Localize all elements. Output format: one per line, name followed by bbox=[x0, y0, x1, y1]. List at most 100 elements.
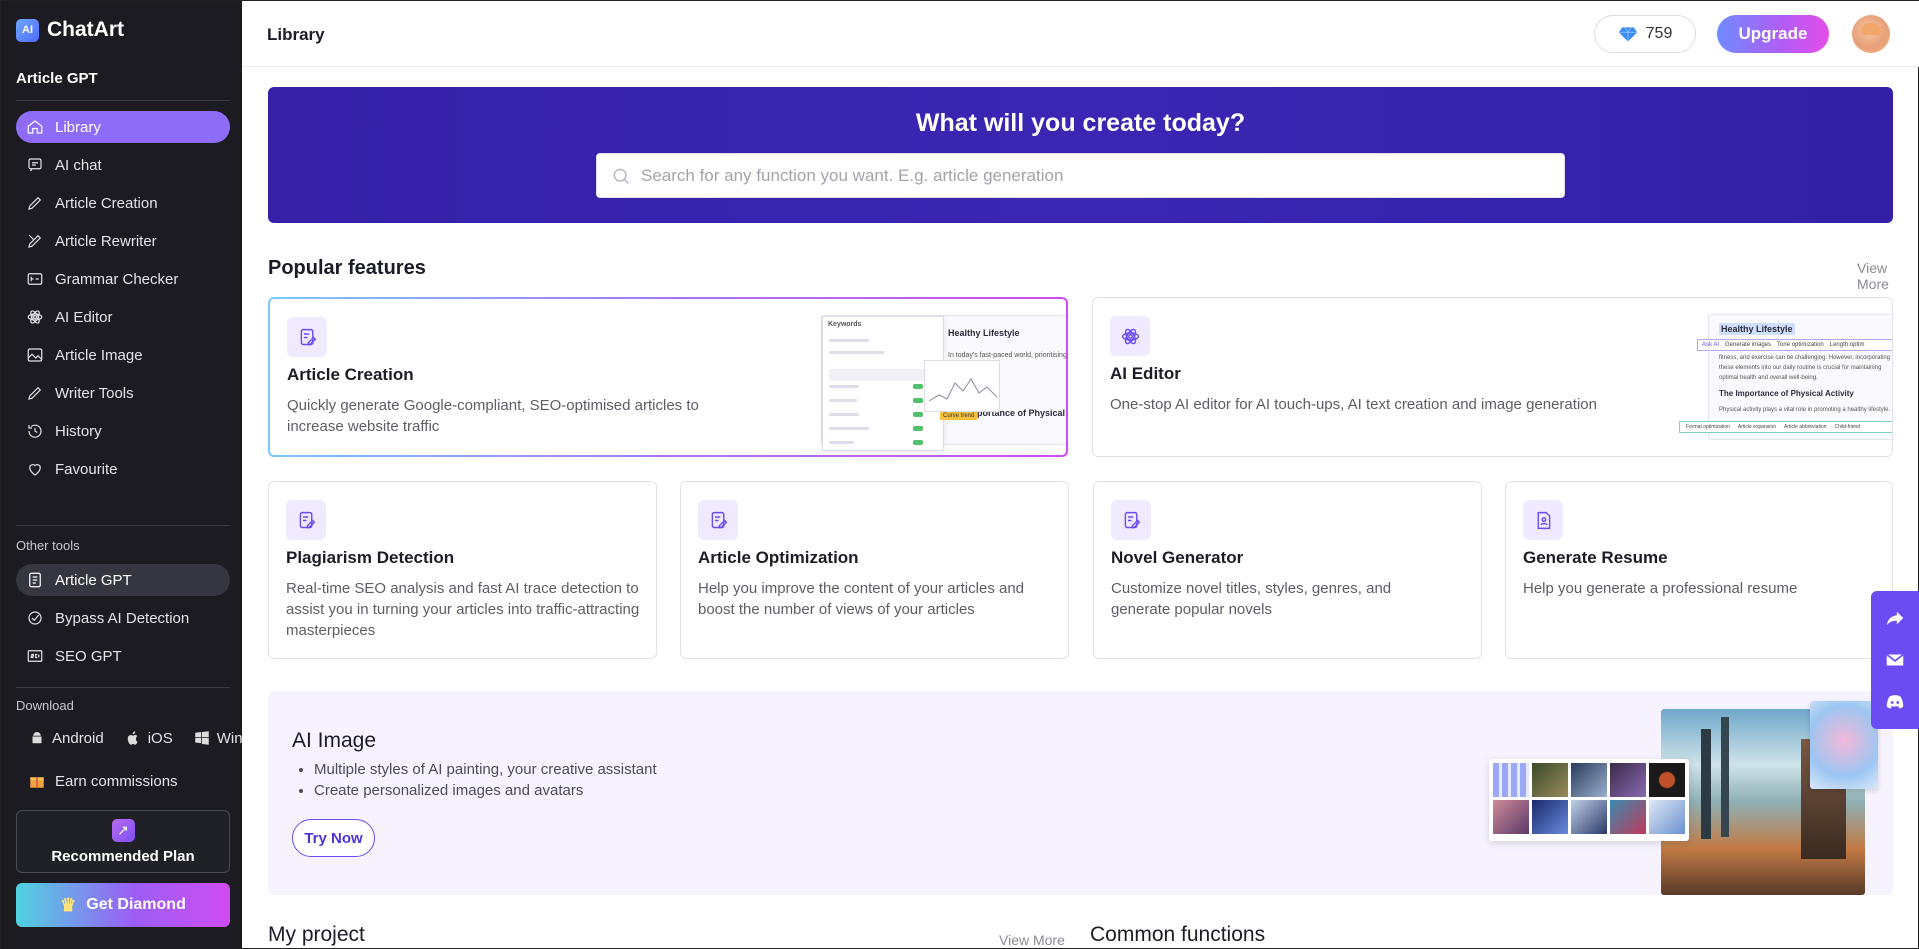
other-tools-label: Other tools bbox=[16, 538, 80, 553]
toolbar-item: Ask AI bbox=[1702, 342, 1720, 348]
sidebar-item-label: Favourite bbox=[55, 460, 118, 478]
feature-card-plagiarism-detection[interactable]: Plagiarism Detection Real-time SEO analy… bbox=[268, 481, 657, 659]
my-project-title: My project bbox=[268, 923, 365, 946]
feature-card-novel-generator[interactable]: Novel Generator Customize novel titles, … bbox=[1093, 481, 1482, 659]
preview-subheading: The Importance of Physical Activity bbox=[1719, 389, 1854, 398]
format-toolbar-preview: Format optimization Article expansion Ar… bbox=[1679, 421, 1892, 433]
sidebar-item-ai-chat[interactable]: AI chat bbox=[16, 149, 230, 181]
gift-icon bbox=[28, 772, 46, 790]
app-window: AI ChatArt Article GPT Library AI chat A… bbox=[0, 0, 1919, 949]
sidebar-item-label: Library bbox=[55, 118, 101, 136]
ai-art-style-grid bbox=[1489, 759, 1689, 841]
popular-view-more-link[interactable]: View More bbox=[1857, 260, 1919, 292]
upgrade-button[interactable]: Upgrade bbox=[1717, 15, 1829, 53]
logo[interactable]: AI ChatArt bbox=[16, 18, 124, 42]
history-icon bbox=[26, 422, 44, 440]
arrow-up-right-icon: ↗ bbox=[111, 818, 135, 842]
preview-heading: Healthy Lifestyle bbox=[948, 328, 1020, 338]
sidebar-item-article-gpt[interactable]: Article GPT bbox=[16, 564, 230, 596]
chat-icon bbox=[26, 156, 44, 174]
ai-image-title: AI Image bbox=[292, 729, 377, 752]
sidebar-item-favourite[interactable]: Favourite bbox=[16, 453, 230, 485]
sidebar-section-title: Article GPT bbox=[16, 70, 98, 87]
popular-features-title: Popular features bbox=[268, 257, 426, 279]
sidebar-item-library[interactable]: Library bbox=[16, 111, 230, 143]
card-title: Article Optimization bbox=[698, 548, 859, 567]
diamond-balance[interactable]: 759 bbox=[1594, 15, 1696, 53]
toolbar-item: Article expansion bbox=[1737, 424, 1776, 430]
sidebar-item-label: SEO GPT bbox=[55, 647, 122, 665]
sidebar-item-label: History bbox=[55, 422, 102, 440]
windows-icon[interactable] bbox=[193, 729, 211, 747]
rewrite-icon bbox=[26, 232, 44, 250]
home-icon bbox=[26, 118, 44, 136]
sidebar-item-seo-gpt[interactable]: SEO GPT bbox=[16, 640, 230, 672]
feature-card-article-optimization[interactable]: Article Optimization Help you improve th… bbox=[680, 481, 1069, 659]
ai-image-bullets: Multiple styles of AI painting, your cre… bbox=[314, 759, 657, 801]
ai-image-banner: AI Image Multiple styles of AI painting,… bbox=[268, 691, 1893, 895]
search-icon bbox=[613, 168, 630, 184]
diamond-count: 759 bbox=[1645, 25, 1673, 42]
earn-commissions-link[interactable]: Earn commissions bbox=[28, 772, 178, 790]
card-description: Help you generate a professional resume bbox=[1523, 580, 1798, 597]
preview-text: Physical activity plays a vital role in … bbox=[1719, 407, 1891, 413]
article-icon bbox=[1111, 500, 1151, 540]
apple-icon[interactable] bbox=[124, 729, 142, 747]
sidebar-item-grammar-checker[interactable]: Grammar Checker bbox=[16, 263, 230, 295]
card-description: Help you improve the content of your art… bbox=[698, 580, 1025, 618]
sidebar-item-article-creation[interactable]: Article Creation bbox=[16, 187, 230, 219]
mail-icon[interactable] bbox=[1884, 649, 1906, 671]
check-circle-icon bbox=[26, 609, 44, 627]
download-links: Android iOS Win bbox=[28, 729, 243, 747]
android-icon[interactable] bbox=[28, 729, 46, 747]
feature-card-generate-resume[interactable]: Generate Resume Help you generate a prof… bbox=[1505, 481, 1893, 659]
trend-chart-thumbnail bbox=[924, 360, 1000, 412]
sidebar-item-writer-tools[interactable]: Writer Tools bbox=[16, 377, 230, 409]
sidebar-item-article-image[interactable]: Article Image bbox=[16, 339, 230, 371]
sidebar-item-article-rewriter[interactable]: Article Rewriter bbox=[16, 225, 230, 257]
article-icon bbox=[286, 500, 326, 540]
sidebar: AI ChatArt Article GPT Library AI chat A… bbox=[1, 1, 243, 949]
card-description: Real-time SEO analysis and fast AI trace… bbox=[286, 580, 640, 639]
floating-action-bar bbox=[1871, 591, 1919, 729]
discord-icon[interactable] bbox=[1884, 691, 1906, 713]
ios-link[interactable]: iOS bbox=[148, 730, 173, 747]
sidebar-item-bypass-ai-detection[interactable]: Bypass AI Detection bbox=[16, 602, 230, 634]
card-description: Quickly generate Google-compliant, SEO-o… bbox=[287, 397, 699, 435]
get-diamond-label: Get Diamond bbox=[86, 896, 186, 913]
common-functions-title: Common functions bbox=[1090, 923, 1266, 946]
atom-icon bbox=[1110, 316, 1150, 356]
sidebar-item-label: AI chat bbox=[55, 156, 102, 174]
preview-text: fitness, and exercise can be challenging… bbox=[1719, 355, 1891, 361]
sidebar-item-label: Article GPT bbox=[55, 571, 132, 589]
sidebar-item-label: Article Rewriter bbox=[55, 232, 157, 250]
crown-icon: ♛ bbox=[60, 894, 77, 915]
pencil-icon bbox=[26, 384, 44, 402]
heart-icon bbox=[26, 460, 44, 478]
feature-card-ai-editor[interactable]: AI Editor One-stop AI editor for AI touc… bbox=[1092, 297, 1893, 457]
document-icon bbox=[26, 571, 44, 589]
download-label: Download bbox=[16, 698, 74, 713]
hero-banner: What will you create today? bbox=[268, 87, 1893, 223]
recommended-plan-card[interactable]: ↗ Recommended Plan bbox=[16, 810, 230, 873]
avatar[interactable] bbox=[1852, 15, 1890, 53]
sidebar-item-label: Bypass AI Detection bbox=[55, 609, 190, 627]
feature-card-article-creation[interactable]: Article Creation Quickly generate Google… bbox=[268, 297, 1068, 457]
android-link[interactable]: Android bbox=[52, 730, 104, 747]
win-link[interactable]: Win bbox=[217, 730, 243, 747]
try-now-button[interactable]: Try Now bbox=[292, 819, 375, 857]
sidebar-item-history[interactable]: History bbox=[16, 415, 230, 447]
preview-text: these elements into our daily routine is… bbox=[1719, 365, 1882, 371]
article-icon bbox=[287, 317, 327, 357]
sidebar-item-ai-editor[interactable]: AI Editor bbox=[16, 301, 230, 333]
ai-editor-preview: Healthy Lifestyle Ask AI Generate images… bbox=[1679, 314, 1892, 440]
get-diamond-button[interactable]: ♛ Get Diamond bbox=[16, 883, 230, 927]
toolbar-item: Generate images bbox=[1725, 342, 1772, 348]
search-box[interactable] bbox=[596, 153, 1565, 198]
search-input[interactable] bbox=[641, 165, 1541, 186]
share-icon[interactable] bbox=[1884, 607, 1906, 629]
list-item: Multiple styles of AI painting, your cre… bbox=[314, 759, 657, 780]
my-project-view-more-link[interactable]: View More bbox=[999, 932, 1065, 948]
card-description: Customize novel titles, styles, genres, … bbox=[1111, 580, 1392, 618]
card-title: Generate Resume bbox=[1523, 548, 1668, 567]
